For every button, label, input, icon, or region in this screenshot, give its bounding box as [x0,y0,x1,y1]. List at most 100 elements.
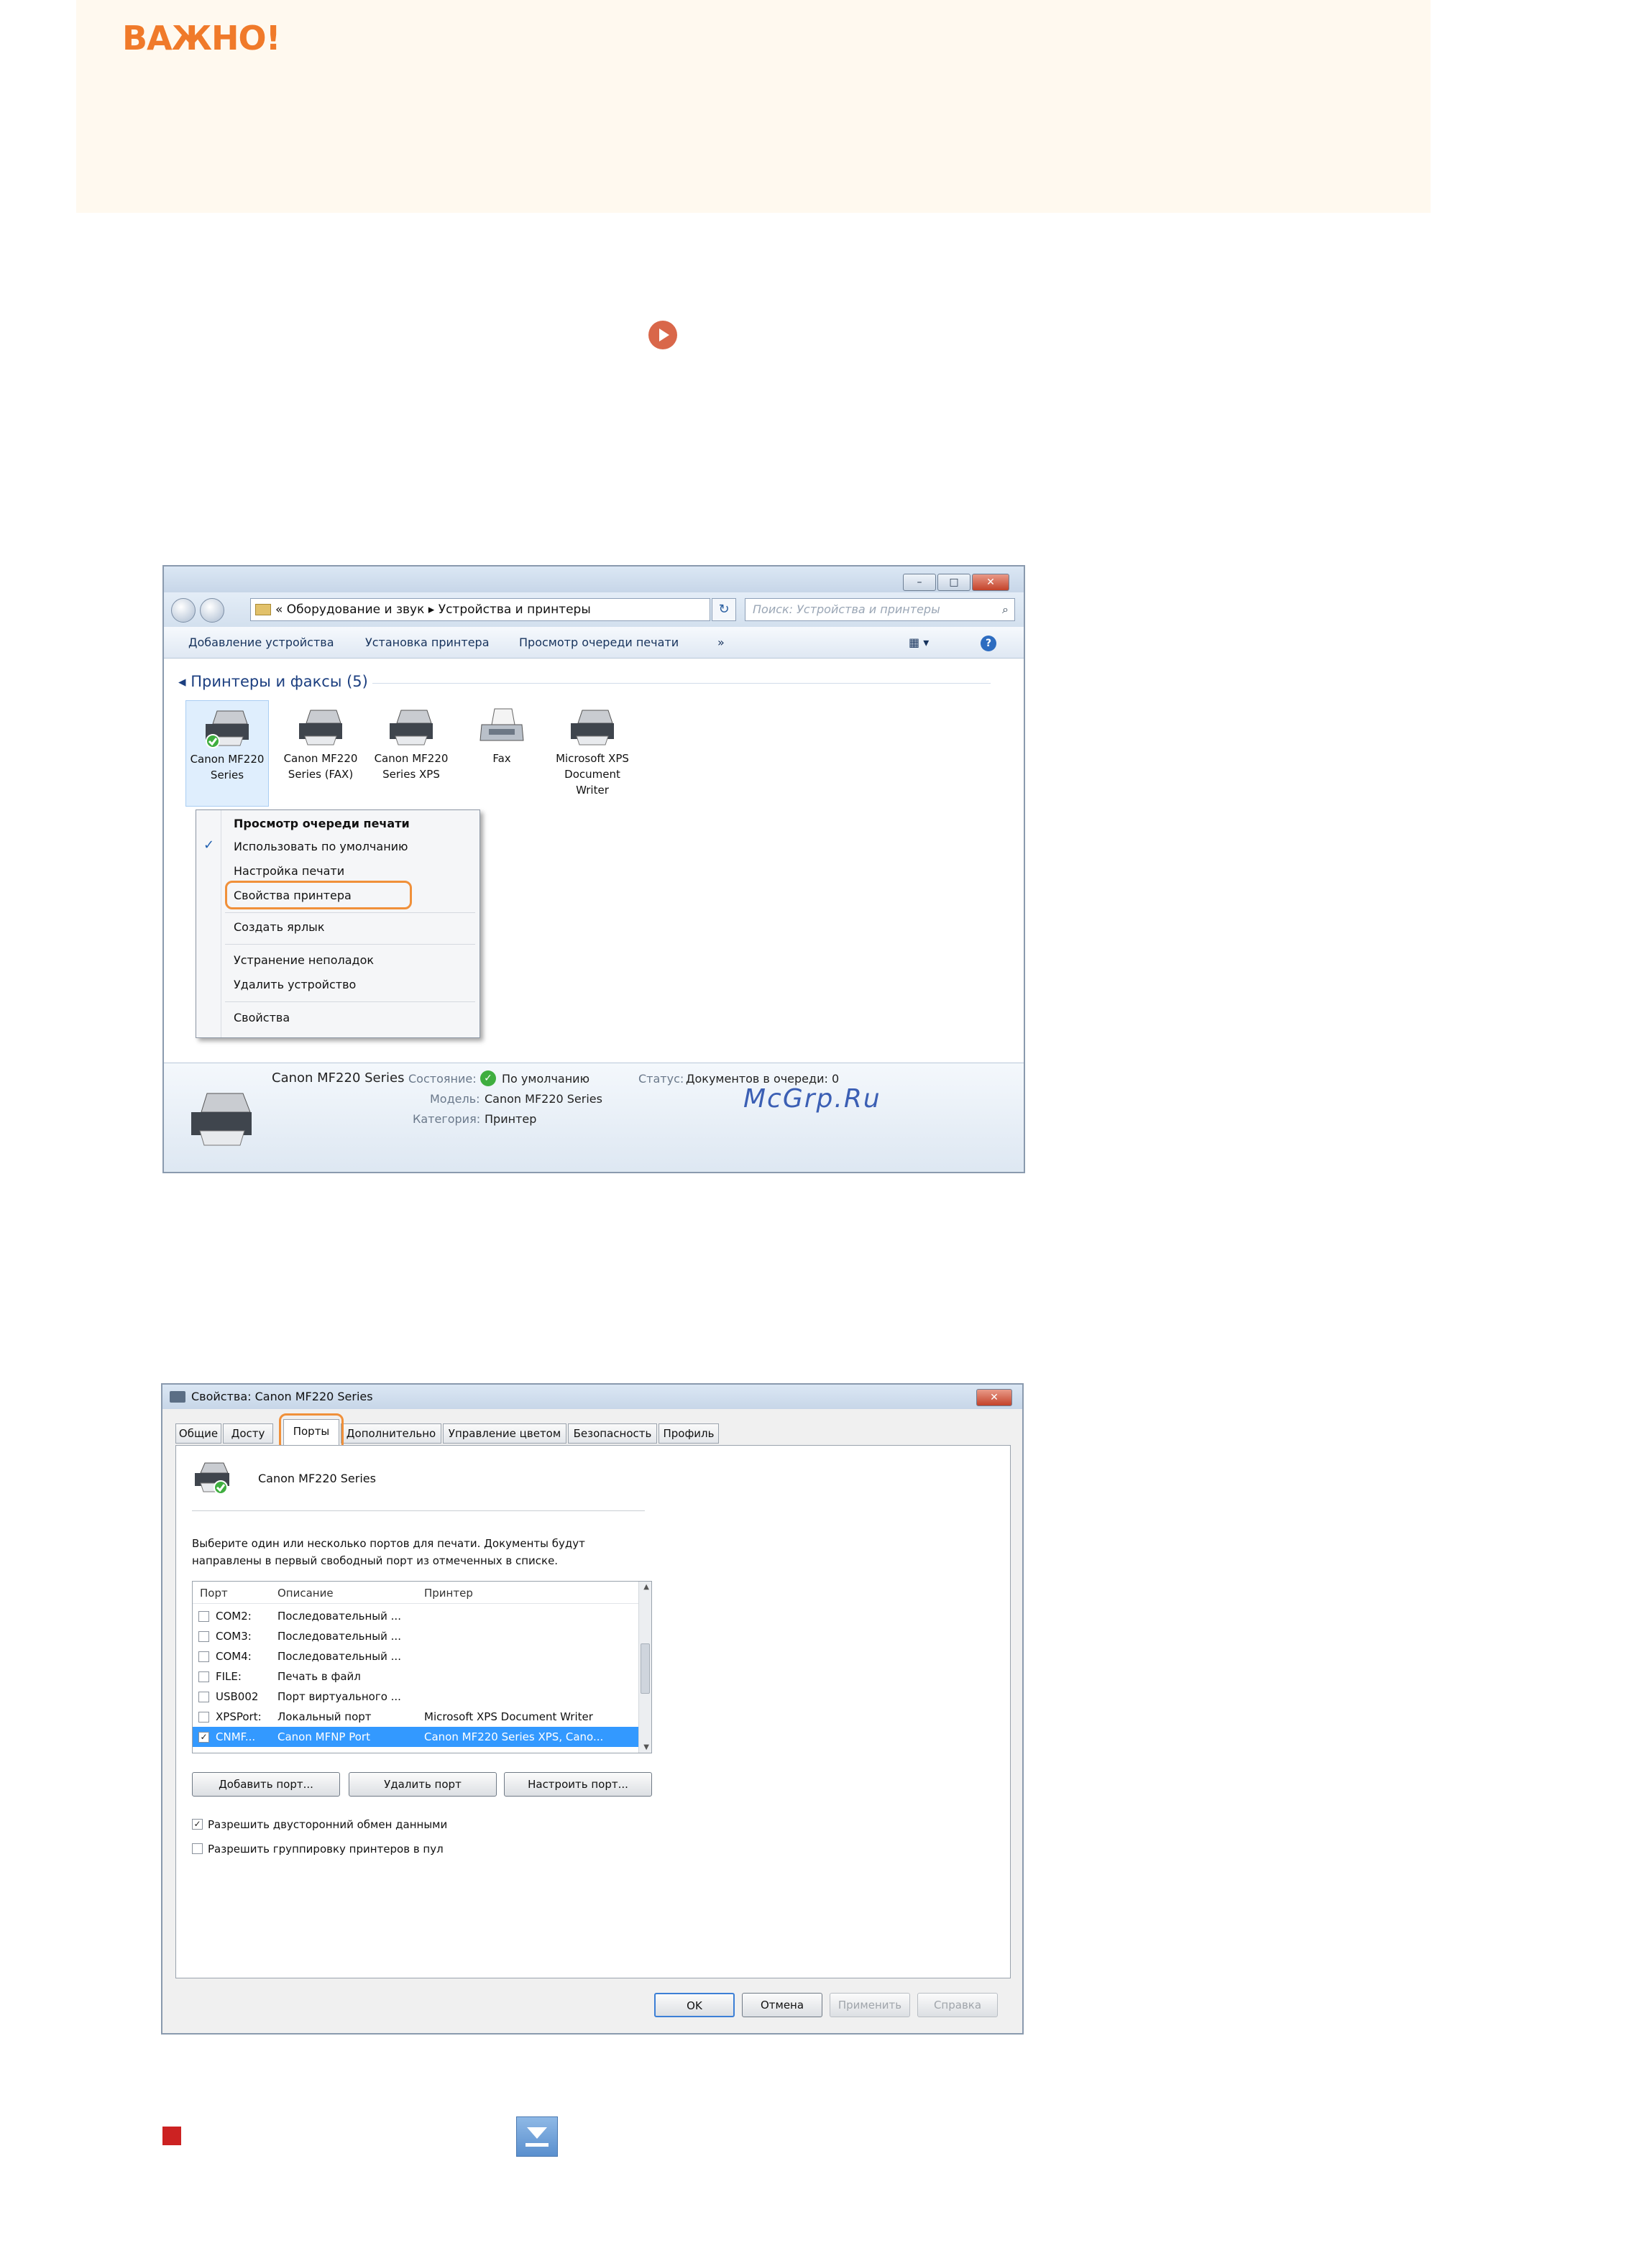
port-name: CNMF... [216,1730,256,1743]
fax-icon [479,708,524,741]
help-icon[interactable]: ? [981,636,996,651]
address-field[interactable]: « Оборудование и звук ▸ Устройства и при… [250,598,710,621]
scroll-down-icon[interactable]: ▼ [643,1743,649,1751]
port-row[interactable]: COM3: Последовательный ... [193,1626,638,1646]
details-model-label: Модель: [430,1092,480,1106]
context-menu: ✓ Просмотр очереди печати Использовать п… [196,809,480,1038]
menu-item-troubleshoot[interactable]: Устранение неполадок [234,951,374,970]
refresh-button[interactable]: ↻ [712,598,736,621]
menu-separator [225,1001,475,1002]
port-checkbox[interactable] [198,1631,209,1642]
group-header[interactable]: ◂ Принтеры и факсы (5) [178,673,991,690]
device-label: Canon MF220 Series (FAX) [283,752,358,781]
printer-properties-dialog: Свойства: Canon MF220 Series ✕ Общие Дос… [161,1383,1024,2035]
printer-icon [299,710,342,746]
device-canon-mf220-xps[interactable]: Canon MF220 Series XPS [370,700,453,807]
tab-advanced[interactable]: Дополнительно [341,1423,441,1444]
port-checkbox[interactable] [198,1611,209,1622]
menu-item-remove-device[interactable]: Удалить устройство [234,976,356,994]
port-checkbox[interactable] [198,1692,209,1702]
dialog-title-bar: Свойства: Canon MF220 Series ✕ [162,1385,1022,1409]
link-arrow-icon[interactable] [648,321,677,349]
port-checkbox[interactable] [198,1651,209,1662]
cmd-add-printer[interactable]: Установка принтера [365,627,490,659]
device-label: Canon MF220 Series XPS [374,752,449,781]
search-input[interactable]: Поиск: Устройства и принтеры ⌕ [745,598,1015,621]
cmd-add-device[interactable]: Добавление устройства [188,627,334,659]
menu-item-properties[interactable]: Свойства [234,1009,290,1027]
menu-item-create-shortcut[interactable]: Создать ярлык [234,918,324,937]
port-row-selected[interactable]: ✓ CNMF... Canon MFNP Port Canon MF220 Se… [193,1727,638,1747]
close-button[interactable]: ✕ [972,574,1009,591]
port-row[interactable]: COM2: Последовательный ... [193,1606,638,1626]
ok-button[interactable]: OK [654,1993,735,2017]
port-row[interactable]: XPSPort: Локальный порт Microsoft XPS Do… [193,1707,638,1727]
cmd-more[interactable]: » [717,627,725,659]
bidirectional-checkbox[interactable]: ✓ [192,1819,203,1830]
port-checkbox-checked[interactable]: ✓ [198,1732,209,1743]
ports-scrollbar[interactable]: ▲ ▼ [638,1582,651,1753]
section-bullet [162,2127,181,2145]
ports-instruction: Выберите один или несколько портов для п… [192,1537,585,1567]
cmd-view-queue[interactable]: Просмотр очереди печати [519,627,679,659]
download-icon[interactable] [516,2116,558,2157]
port-checkbox[interactable] [198,1712,209,1723]
device-canon-mf220[interactable]: Canon MF220 Series [185,700,269,807]
port-desc: Печать в файл [277,1670,361,1683]
minimize-button[interactable]: – [903,574,936,591]
tab-profile[interactable]: Профиль [658,1423,719,1444]
tab-security[interactable]: Безопасность [568,1423,657,1444]
device-canon-mf220-fax[interactable]: Canon MF220 Series (FAX) [279,700,362,807]
tab-color-management[interactable]: Управление цветом [443,1423,566,1444]
port-row[interactable]: USB002 Порт виртуального ... [193,1687,638,1707]
menu-item-print-settings[interactable]: Настройка печати [234,862,344,881]
menu-item-set-default[interactable]: Использовать по умолчанию [234,838,408,856]
manual-page: ВАЖНО! – □ ✕ « Оборудование и звук ▸ Уст… [0,0,1652,2243]
view-options-icon[interactable]: ▦ ▾ [909,627,929,659]
menu-item-view-queue[interactable]: Просмотр очереди печати [234,815,410,833]
delete-port-button[interactable]: Удалить порт [349,1772,497,1797]
forward-button[interactable] [200,598,224,623]
apply-button[interactable]: Применить [830,1993,910,2017]
ports-list[interactable]: Порт Описание Принтер COM2: Последовател… [192,1581,652,1753]
printer-name: Canon MF220 Series [258,1472,376,1485]
scroll-up-icon[interactable]: ▲ [643,1583,649,1591]
command-bar: Добавление устройства Установка принтера… [164,627,1024,659]
dialog-close-button[interactable]: ✕ [976,1389,1012,1406]
printer-icon [195,1462,229,1495]
device-label: Canon MF220 Series [190,753,265,781]
port-printer: Microsoft XPS Document Writer [424,1710,593,1723]
search-icon[interactable]: ⌕ [1002,599,1009,620]
tab-access[interactable]: Досту [223,1423,273,1444]
header-divider [193,1603,638,1604]
device-xps-writer[interactable]: Microsoft XPS Document Writer [551,700,634,807]
port-row[interactable]: FILE: Печать в файл [193,1666,638,1687]
cancel-button[interactable]: Отмена [742,1993,822,2017]
col-port[interactable]: Порт [200,1584,228,1602]
devices-printers-window: – □ ✕ « Оборудование и звук ▸ Устройства… [162,565,1025,1173]
port-row[interactable]: COM4: Последовательный ... [193,1646,638,1666]
col-description[interactable]: Описание [277,1584,334,1602]
device-fax[interactable]: Fax [460,700,543,807]
port-name: COM4: [216,1650,252,1663]
details-category-value: Принтер [485,1112,537,1126]
printer-pool-checkbox[interactable] [192,1843,203,1854]
add-port-button[interactable]: Добавить порт... [192,1772,340,1797]
configure-port-button[interactable]: Настроить порт... [504,1772,652,1797]
port-name: COM3: [216,1630,252,1643]
col-printer[interactable]: Принтер [424,1584,473,1602]
details-state-value: По умолчанию [502,1072,590,1086]
menu-separator [225,944,475,945]
maximize-button[interactable]: □ [937,574,970,591]
option-label: Разрешить двусторонний обмен данными [208,1818,448,1831]
help-button[interactable]: Справка [917,1993,998,2017]
details-category-label: Категория: [413,1112,481,1126]
back-button[interactable] [171,598,196,623]
port-checkbox[interactable] [198,1671,209,1682]
address-bar: « Оборудование и звук ▸ Устройства и при… [164,592,1024,627]
highlight-printer-properties [225,881,412,909]
menu-separator [225,912,475,913]
check-icon: ✓ [203,838,215,853]
scroll-thumb[interactable] [641,1643,650,1694]
tab-general[interactable]: Общие [175,1423,221,1444]
